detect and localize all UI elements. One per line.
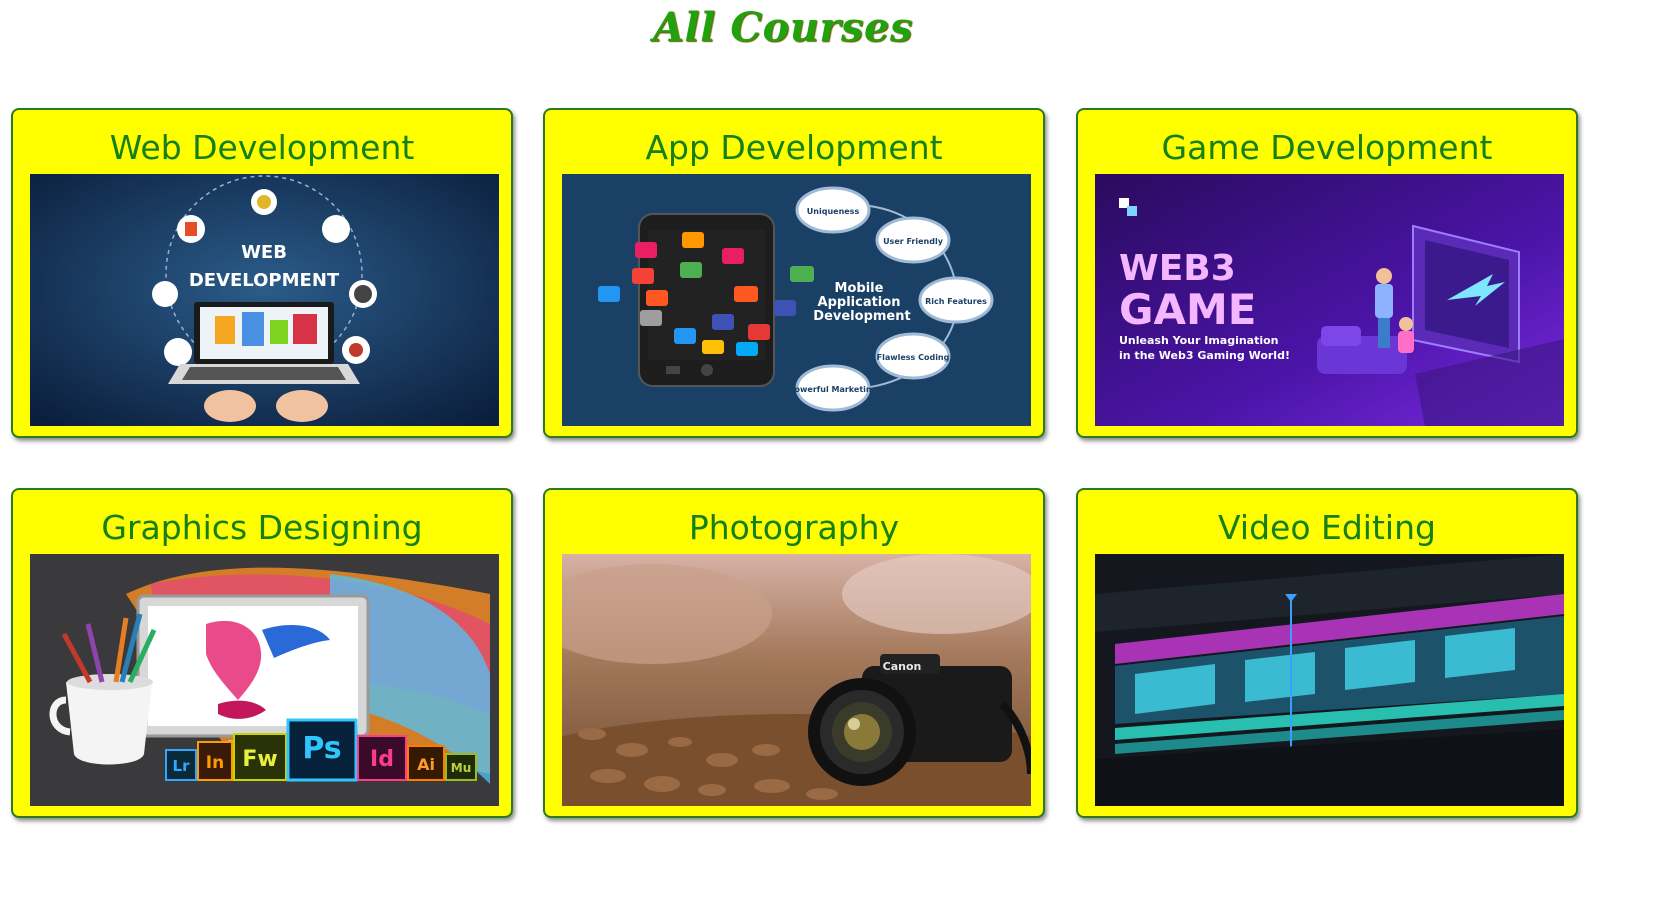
courses-page: All Courses Web Development WEB DEVELOPM… bbox=[0, 0, 1676, 904]
course-title: Photography bbox=[688, 508, 900, 547]
course-card-video-editing[interactable]: Video Editing bbox=[1076, 488, 1578, 818]
course-title: Graphics Designing bbox=[101, 508, 423, 547]
app-label-id: Id bbox=[370, 747, 394, 772]
svg-text:Flawless Coding: Flawless Coding bbox=[877, 353, 950, 362]
svg-text:Uniqueness: Uniqueness bbox=[807, 207, 860, 216]
course-title: Game Development bbox=[1161, 128, 1493, 167]
app-label-lr: Lr bbox=[173, 757, 191, 775]
course-card-graphics-designing[interactable]: Graphics Designing Lr In Fw Ps Id Ai Mu bbox=[11, 488, 513, 818]
course-card-web-development[interactable]: Web Development WEB DEVELOPMENT bbox=[11, 108, 513, 438]
course-card-game-development[interactable]: Game Development WEB3 GAME Unleash Your … bbox=[1076, 108, 1578, 438]
course-image-web-development[interactable]: WEB DEVELOPMENT bbox=[30, 174, 499, 426]
game-image-tagline-1: Unleash Your Imagination bbox=[1119, 334, 1279, 347]
course-title: Video Editing bbox=[1218, 508, 1436, 547]
app-label-mu: Mu bbox=[451, 761, 471, 775]
app-image-text-3: Development bbox=[813, 309, 910, 324]
app-label-fw: Fw bbox=[242, 747, 277, 772]
game-image-headline-1: WEB3 bbox=[1119, 248, 1236, 289]
svg-text:Rich Features: Rich Features bbox=[925, 297, 987, 306]
camera-brand: Canon bbox=[883, 660, 922, 673]
game-image-headline-2: GAME bbox=[1119, 285, 1256, 334]
course-card-photography[interactable]: Photography Canon bbox=[543, 488, 1045, 818]
app-label-in: In bbox=[206, 753, 224, 773]
course-image-game-development[interactable]: WEB3 GAME Unleash Your Imagination in th… bbox=[1095, 174, 1564, 426]
course-image-video-editing[interactable] bbox=[1095, 554, 1564, 806]
app-image-text-1: Mobile bbox=[835, 281, 884, 296]
svg-text:User Friendly: User Friendly bbox=[883, 237, 944, 246]
course-card-app-development[interactable]: App Development Mobile Application Devel… bbox=[543, 108, 1045, 438]
page-title: All Courses bbox=[652, 4, 913, 51]
app-label-ps: Ps bbox=[302, 731, 341, 766]
course-title: Web Development bbox=[109, 128, 415, 167]
game-image-tagline-2: in the Web3 Gaming World! bbox=[1119, 349, 1290, 362]
course-title: App Development bbox=[645, 128, 943, 167]
app-image-text-2: Application bbox=[818, 295, 901, 310]
course-image-photography[interactable]: Canon bbox=[562, 554, 1031, 806]
course-image-app-development[interactable]: Mobile Application Development Uniquenes… bbox=[562, 174, 1031, 426]
course-image-graphics-designing[interactable]: Lr In Fw Ps Id Ai Mu bbox=[30, 554, 499, 806]
web-image-text-1: WEB bbox=[241, 242, 287, 263]
web-image-text-2: DEVELOPMENT bbox=[189, 270, 340, 291]
app-label-ai: Ai bbox=[417, 755, 435, 774]
svg-text:Powerful Marketing: Powerful Marketing bbox=[789, 385, 878, 394]
